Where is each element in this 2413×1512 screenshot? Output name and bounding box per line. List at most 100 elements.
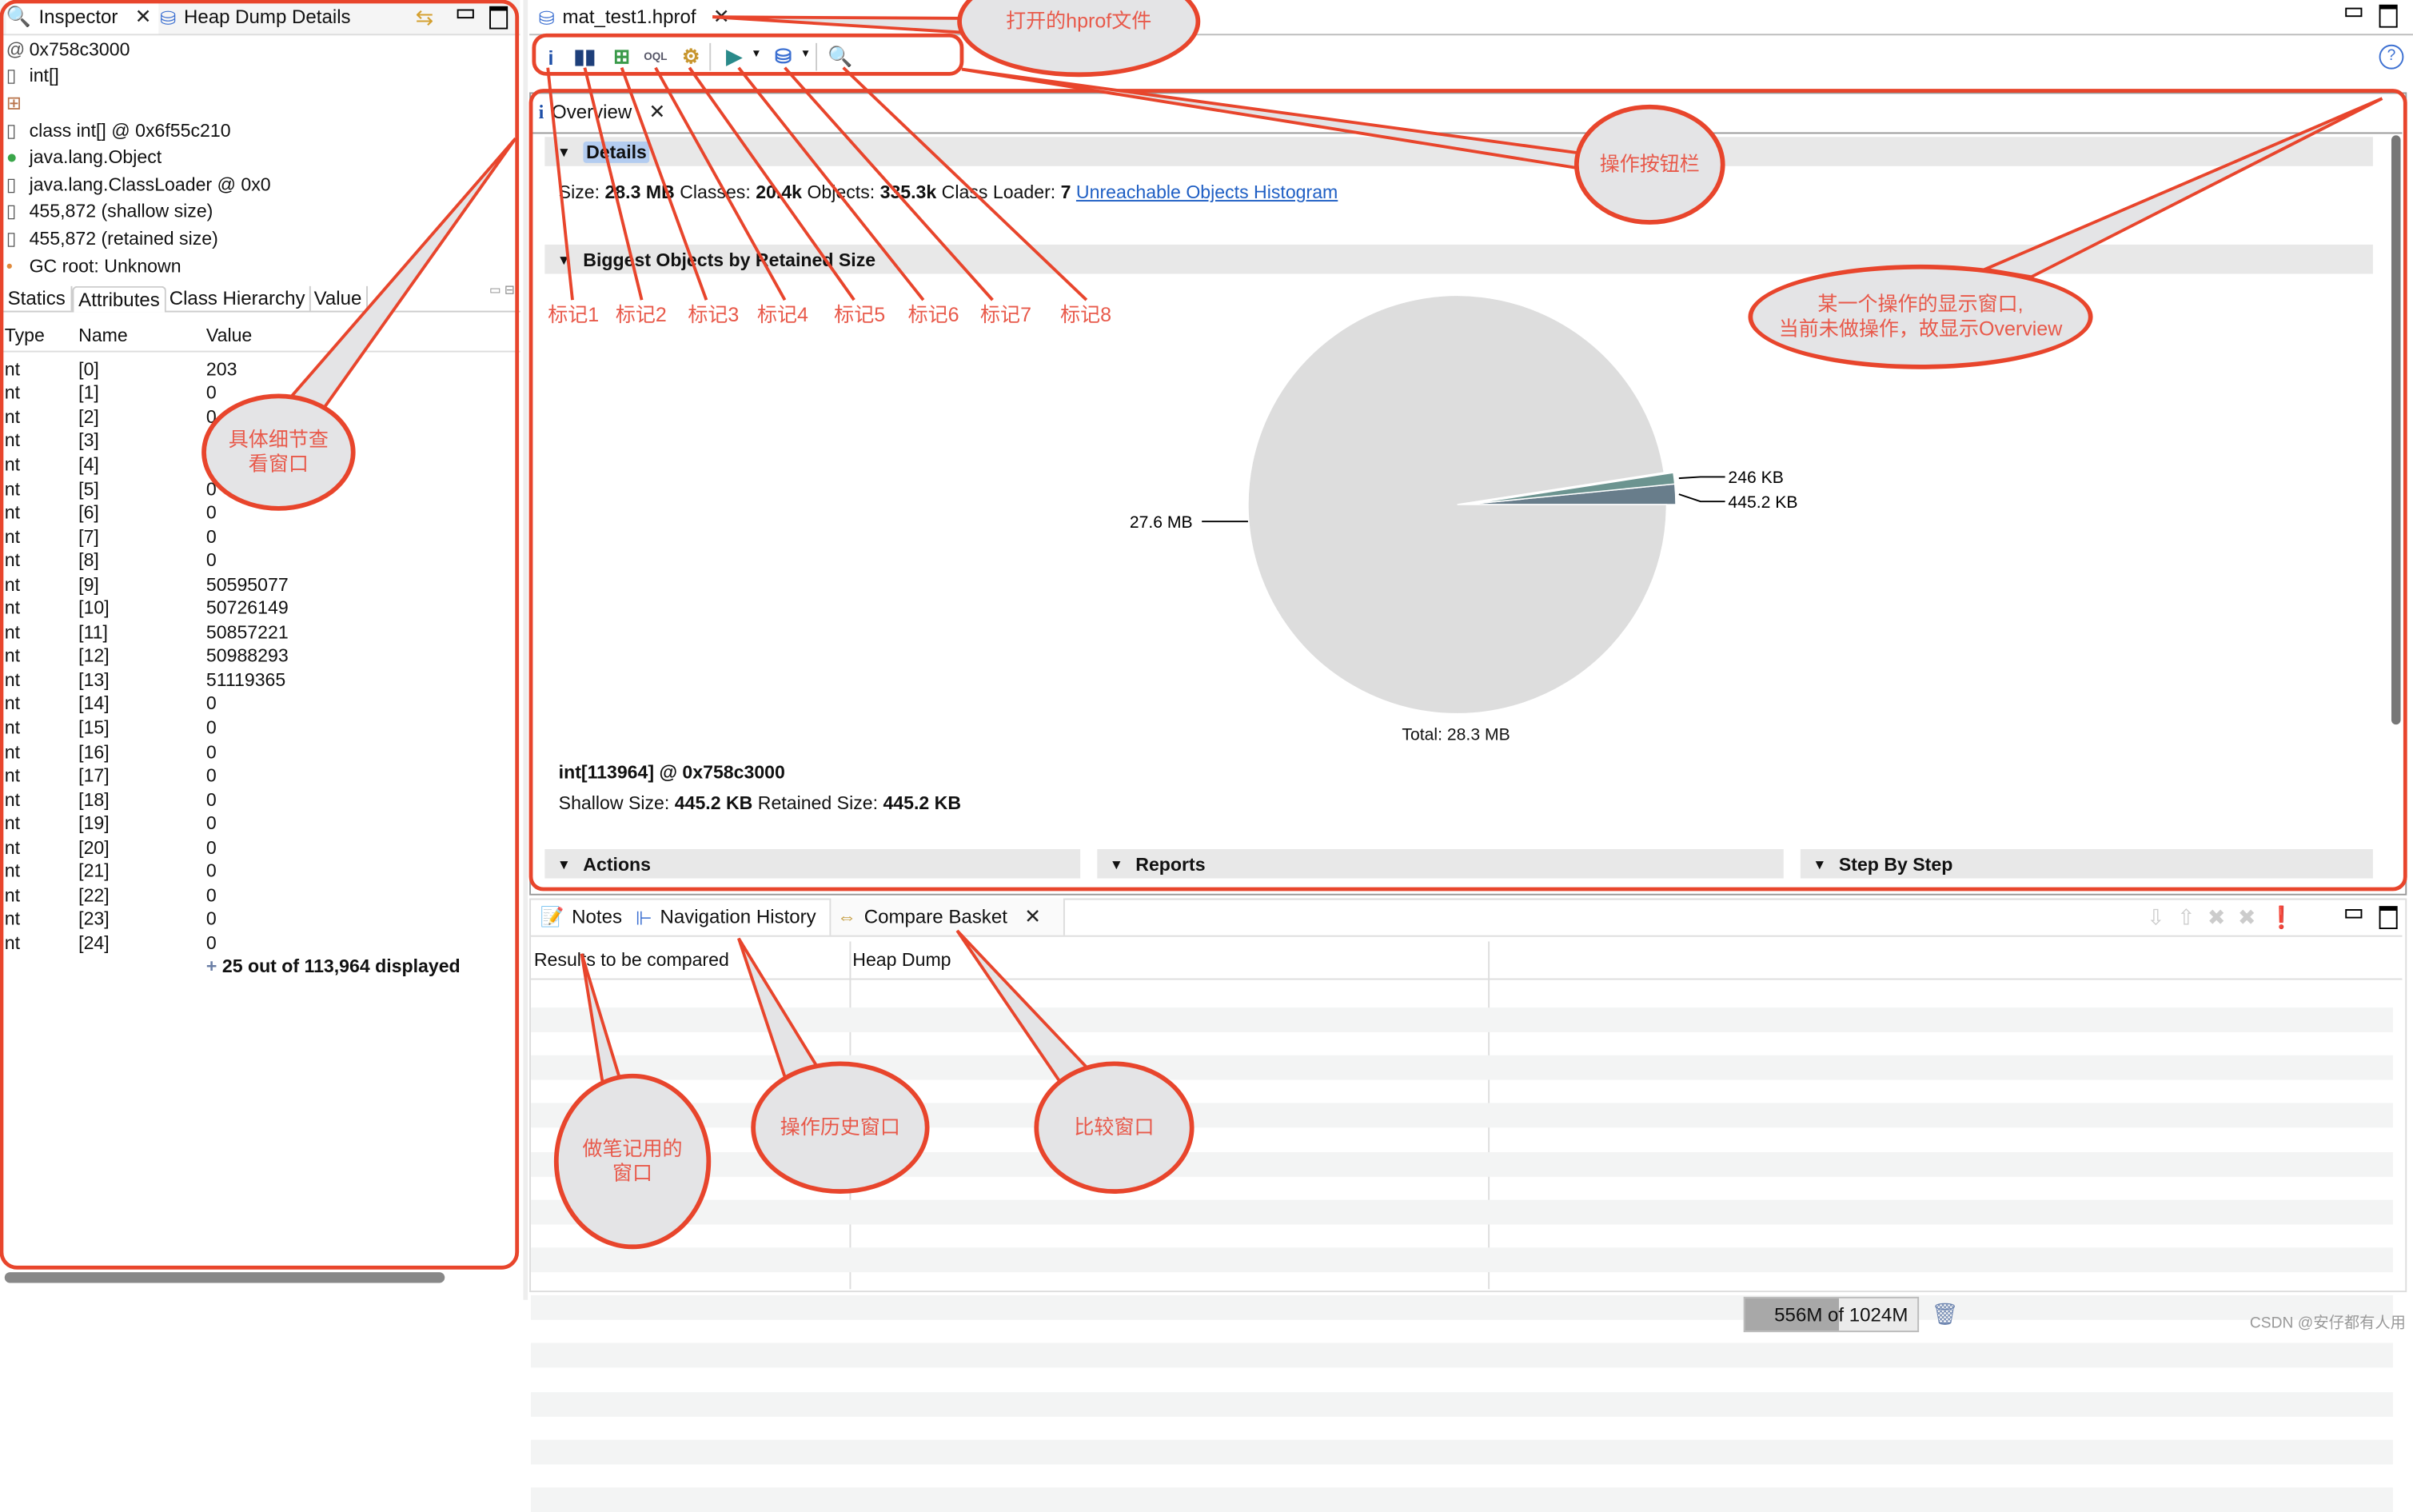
table-row[interactable]: nt [8] 0 xyxy=(0,549,520,572)
property-row: ▯ 455,872 (shallow size) xyxy=(0,199,520,223)
cell-name: [24] xyxy=(78,932,110,954)
property-row: ▯ int[] xyxy=(0,64,520,88)
cell-name: [15] xyxy=(78,716,110,739)
minimize-icon[interactable] xyxy=(2345,7,2363,18)
table-row[interactable]: nt [15] 0 xyxy=(0,716,520,740)
compare-column-results[interactable]: Results to be compared xyxy=(534,949,729,971)
minimize-icon[interactable] xyxy=(457,9,474,19)
sub-tab-attributes[interactable]: Attributes xyxy=(72,285,166,313)
cell-name: [19] xyxy=(78,812,110,835)
dropdown-arrow-icon[interactable]: ▼ xyxy=(800,50,811,60)
tab-compare-basket[interactable]: ⇔ Compare Basket ✕ xyxy=(829,898,1064,936)
table-row[interactable]: nt [16] 0 xyxy=(0,740,520,764)
collapse-icon: ▼ xyxy=(1109,856,1123,872)
unreachable-histogram-link[interactable]: Unreachable Objects Histogram xyxy=(1076,182,1338,203)
table-row xyxy=(531,1487,2393,1512)
garbage-collect-icon[interactable]: 🗑 xyxy=(1931,1302,1958,1328)
column-header-value[interactable]: Value xyxy=(206,325,252,346)
move-up-icon[interactable]: ⇧ xyxy=(2177,904,2196,931)
vertical-scrollbar[interactable] xyxy=(2391,135,2401,725)
maximize-icon[interactable] xyxy=(2379,906,2398,930)
table-row[interactable]: nt [18] 0 xyxy=(0,788,520,812)
tab-overview[interactable]: i Overview ✕ xyxy=(538,95,666,130)
tab-inspector[interactable]: 🔍 Inspector ✕ xyxy=(6,0,158,34)
database-icon: ⛁ xyxy=(538,6,555,29)
table-row[interactable]: nt [13] 51119365 xyxy=(0,668,520,692)
annotation-toolbar: 操作按钮栏 xyxy=(1573,104,1725,225)
compare-column-heap-dump[interactable]: Heap Dump xyxy=(852,949,951,971)
close-icon[interactable]: ✕ xyxy=(648,100,665,125)
table-row[interactable]: nt [22] 0 xyxy=(0,883,520,907)
cell-value: 50726149 xyxy=(205,596,289,619)
sub-tab-value[interactable]: Value xyxy=(309,285,369,311)
sync-icon[interactable]: ⇆ xyxy=(416,5,434,31)
remove-all-icon[interactable]: ✖ xyxy=(2238,904,2256,931)
section-details[interactable]: ▼ Details xyxy=(544,137,2373,166)
inspector-icon: 🔍 xyxy=(6,4,31,28)
column-header-name[interactable]: Name xyxy=(78,325,128,346)
table-row[interactable]: nt [23] 0 xyxy=(0,907,520,931)
dominator-tree-icon[interactable]: ⊞ xyxy=(608,43,636,71)
table-row[interactable]: nt [10] 50726149 xyxy=(0,596,520,620)
cell-type: nt xyxy=(4,932,21,954)
cell-value: 0 xyxy=(205,884,217,906)
overview-icon[interactable]: i xyxy=(537,43,565,71)
table-row[interactable]: nt [20] 0 xyxy=(0,836,520,860)
section-reports[interactable]: ▼ Reports xyxy=(1097,848,1784,879)
tab-navigation-history[interactable]: ⊩ Navigation History xyxy=(636,900,816,933)
compare-icon[interactable]: ❗ xyxy=(2268,904,2295,931)
section-step-by-step[interactable]: ▼ Step By Step xyxy=(1800,848,2373,879)
cell-name: [7] xyxy=(78,525,99,548)
table-footer[interactable]: + 25 out of 113,964 displayed xyxy=(206,955,461,977)
table-row[interactable]: nt [7] 0 xyxy=(0,525,520,549)
table-row[interactable]: nt [17] 0 xyxy=(0,764,520,788)
table-row[interactable]: nt [12] 50988293 xyxy=(0,644,520,668)
cell-type: nt xyxy=(4,668,21,691)
table-row[interactable]: nt [14] 0 xyxy=(0,692,520,716)
section-actions[interactable]: ▼ Actions xyxy=(544,848,1081,879)
cell-type: nt xyxy=(4,381,21,404)
table-row[interactable]: nt [9] 50595077 xyxy=(0,572,520,596)
details-summary: Size: 28.3 MB Classes: 20.4k Objects: 33… xyxy=(558,182,1338,203)
view-menu-icon[interactable]: ▭ ⊟ xyxy=(489,283,515,297)
table-row[interactable]: nt [24] 0 xyxy=(0,931,520,955)
close-icon[interactable]: ✕ xyxy=(1024,904,1041,929)
maximize-icon[interactable] xyxy=(2379,4,2398,28)
column-header-type[interactable]: Type xyxy=(5,325,45,346)
cell-value: 0 xyxy=(205,932,217,954)
thread-overview-icon[interactable]: ⚙ xyxy=(677,43,705,71)
compare-toolbar: ⇩ ⇧ ✖ ✖ ❗ xyxy=(2147,904,2295,931)
table-row[interactable]: nt [0] 203 xyxy=(0,357,520,381)
property-text: GC root: Unknown xyxy=(29,254,181,277)
query-browser-icon[interactable]: ⛁ xyxy=(769,43,797,71)
tab-heap-dump-details[interactable]: ⛁ Heap Dump Details xyxy=(160,0,350,34)
maximize-icon[interactable] xyxy=(489,6,509,30)
sub-tab-class-hierarchy[interactable]: Class Hierarchy xyxy=(165,285,312,311)
table-row[interactable]: nt [11] 50857221 xyxy=(0,620,520,644)
remove-icon[interactable]: ✖ xyxy=(2208,904,2226,931)
table-row[interactable]: nt [19] 0 xyxy=(0,812,520,836)
close-icon[interactable]: ✕ xyxy=(713,5,730,30)
dropdown-arrow-icon[interactable]: ▼ xyxy=(751,50,761,60)
histogram-icon[interactable]: ▮▮ xyxy=(571,43,599,71)
sub-tab-statics[interactable]: Statics xyxy=(3,285,72,311)
move-down-icon[interactable]: ⇩ xyxy=(2147,904,2165,931)
close-icon[interactable]: ✕ xyxy=(135,5,152,30)
cell-value: 0 xyxy=(205,836,217,859)
panel-divider[interactable] xyxy=(523,0,528,1300)
run-report-icon[interactable]: ▶ xyxy=(720,43,748,71)
horizontal-scrollbar[interactable] xyxy=(4,1272,445,1283)
tab-notes[interactable]: 📝 Notes xyxy=(540,900,622,933)
table-row[interactable]: nt [21] 0 xyxy=(0,860,520,884)
section-biggest-objects[interactable]: ▼ Biggest Objects by Retained Size xyxy=(544,244,2373,274)
cell-type: nt xyxy=(4,573,21,595)
tab-hprof-file[interactable]: ⛁ mat_test1.hprof ✕ xyxy=(539,0,730,34)
pie-slice[interactable] xyxy=(1247,294,1668,715)
address-icon: @ xyxy=(6,38,26,60)
find-object-icon[interactable]: 🔍 xyxy=(827,43,855,71)
help-icon[interactable]: ? xyxy=(2379,44,2404,70)
minimize-icon[interactable] xyxy=(2345,909,2363,919)
annotation-mark: 标记1 xyxy=(548,303,600,326)
oql-icon[interactable]: OQL xyxy=(642,43,670,71)
heap-status[interactable]: 556M of 1024M xyxy=(1743,1296,1920,1333)
